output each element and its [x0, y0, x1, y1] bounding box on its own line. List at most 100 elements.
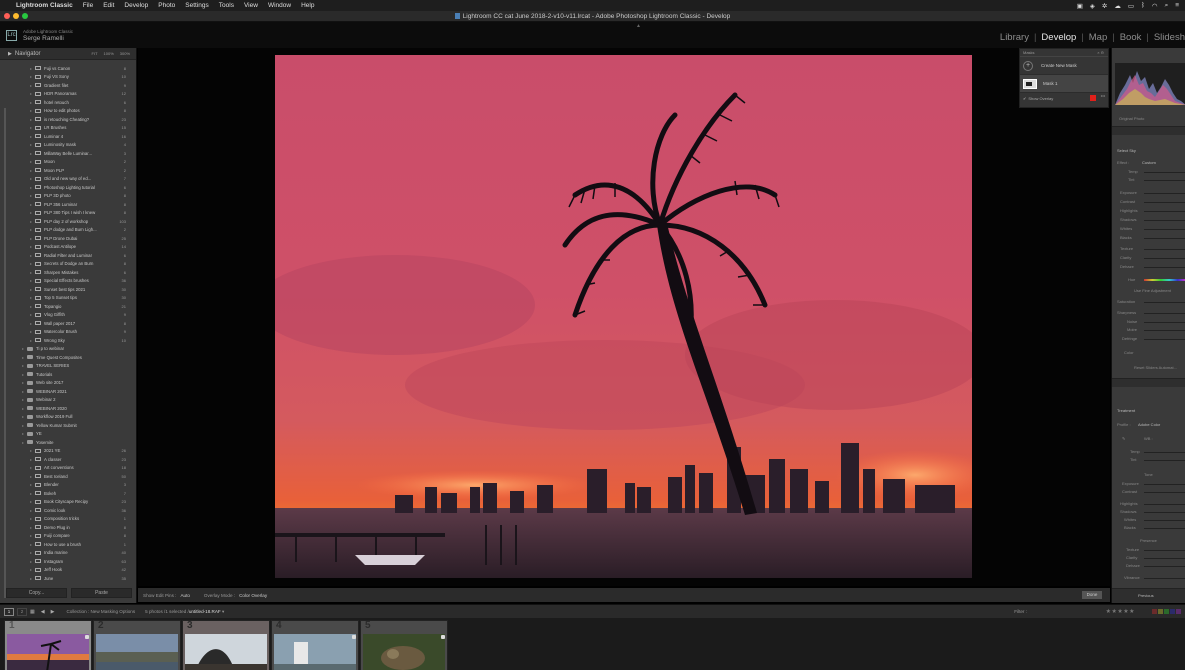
overlay-color-swatch[interactable]	[1090, 95, 1096, 101]
wb-tint-slider[interactable]	[1144, 460, 1185, 461]
reset-sliders-checkbox[interactable]: Reset Sliders Automat...	[1134, 365, 1177, 370]
collection-item[interactable]: ▸ Book Cityscape Recipy 23	[8, 498, 130, 507]
collection-item[interactable]: ▸ Fuiji compare 8	[8, 532, 130, 541]
grid-icon[interactable]: ▦	[30, 609, 35, 615]
left-panel-scrollbar[interactable]	[4, 108, 6, 598]
collection-item[interactable]: ▸ Blender 3	[8, 481, 130, 490]
whites-slider[interactable]	[1144, 229, 1185, 230]
collection-set-item[interactable]: ▸ Time Quest Composites	[8, 353, 130, 362]
paste-button[interactable]: Paste	[71, 588, 132, 598]
panel-toggle-top-icon[interactable]: ▲	[636, 23, 641, 29]
collection-item[interactable]: ▸ Moon 2	[8, 158, 130, 167]
edit-pins-select[interactable]: Auto	[180, 593, 189, 598]
hue-slider[interactable]	[1144, 279, 1185, 281]
collection-set-item[interactable]: ▸ YE	[8, 430, 130, 439]
module-develop[interactable]: Develop	[1041, 32, 1076, 43]
collection-item[interactable]: ▸ Podcast Antilope 14	[8, 243, 130, 252]
minimize-window-button[interactable]	[13, 13, 19, 19]
module-book[interactable]: Book	[1120, 32, 1142, 43]
collection-set-item[interactable]: ▸ WEBINAR 2021	[8, 387, 130, 396]
presence-texture-slider[interactable]	[1144, 550, 1185, 551]
collection-item[interactable]: ▸ Fuji vs Canon 8	[8, 64, 130, 73]
zoom-300-option[interactable]: 300%	[120, 51, 130, 56]
collection-item[interactable]: ▸ Radial Filter and Luminar 6	[8, 251, 130, 260]
close-icon[interactable]: × ⊖	[1097, 49, 1104, 57]
purple-label-filter[interactable]	[1176, 609, 1181, 614]
sharpness-slider[interactable]	[1144, 313, 1185, 314]
collection-item[interactable]: ▸ June 35	[8, 574, 130, 583]
tone-exposure-slider[interactable]	[1144, 484, 1185, 485]
shadows-slider[interactable]	[1144, 220, 1185, 221]
blacks-slider[interactable]	[1144, 238, 1185, 239]
collection-item[interactable]: ▸ is retouching Cheating? 23	[8, 115, 130, 124]
collection-set-item[interactable]: ▸ TRAVEL SERIES	[8, 362, 130, 371]
contrast-slider[interactable]	[1144, 202, 1185, 203]
red-label-filter[interactable]	[1152, 609, 1157, 614]
overlay-mode-select[interactable]: Color Overlay	[239, 593, 267, 598]
collection-item[interactable]: ▸ A classer 23	[8, 455, 130, 464]
control-center-icon[interactable]: ≡	[1175, 2, 1179, 9]
collection-item[interactable]: ▸ Wrong Sky 10	[8, 336, 130, 345]
collection-item[interactable]: ▸ India marine 40	[8, 549, 130, 558]
exposure-slider[interactable]	[1144, 193, 1185, 194]
yellow-label-filter[interactable]	[1158, 609, 1163, 614]
blue-label-filter[interactable]	[1170, 609, 1175, 614]
collection-item[interactable]: ▸ Vlog Giffith 9	[8, 311, 130, 320]
presence-clarity-slider[interactable]	[1144, 558, 1185, 559]
checkbox-icon[interactable]: ✔	[1023, 96, 1026, 101]
collection-item[interactable]: ▸ Composition tricks 1	[8, 515, 130, 524]
extension-icon[interactable]: ◈	[1090, 2, 1095, 10]
tone-contrast-slider[interactable]	[1144, 492, 1185, 493]
menu-edit[interactable]: Edit	[103, 2, 114, 9]
selected-filename[interactable]: untitled-18.RAF	[189, 609, 221, 614]
collection-item[interactable]: ▸ Comic look 36	[8, 506, 130, 515]
module-library[interactable]: Library	[1000, 32, 1029, 43]
dehaze-slider[interactable]	[1144, 267, 1185, 268]
menu-view[interactable]: View	[244, 2, 258, 9]
wb-temp-slider[interactable]	[1144, 452, 1185, 453]
filmstrip-thumb[interactable]: 5	[360, 620, 448, 670]
collection-set-item[interactable]: ▸ Webinar 2	[8, 396, 130, 405]
masks-header[interactable]: Masks × ⊖	[1020, 49, 1108, 57]
filmstrip-thumb[interactable]: 1	[4, 620, 92, 670]
module-slideshow[interactable]: Slidesh	[1154, 32, 1185, 43]
collection-item[interactable]: ▸ Instagram 63	[8, 557, 130, 566]
copy-button[interactable]: Copy...	[6, 588, 67, 598]
collection-item[interactable]: ▸ Fuji VS Sony 10	[8, 73, 130, 82]
navigator-header[interactable]: ▶ Navigator FIT 100% 300%	[0, 48, 136, 60]
filmstrip-thumb[interactable]: 4	[271, 620, 359, 670]
more-options-icon[interactable]: •••	[1101, 93, 1105, 98]
collection-item[interactable]: ▸ Luminar 4 16	[8, 132, 130, 141]
create-new-mask-row[interactable]: + Create New Mask	[1020, 57, 1108, 75]
collection-item[interactable]: ▸ How to use a brush 1	[8, 540, 130, 549]
collection-item[interactable]: ▸ HDR Panoramas 12	[8, 90, 130, 99]
previous-button[interactable]: Previous	[1138, 593, 1154, 598]
collection-item[interactable]: ▸ PLP 380 Tips I wish I knew 8	[8, 209, 130, 218]
tone-highlights-slider[interactable]	[1144, 504, 1185, 505]
defringe-slider[interactable]	[1144, 339, 1185, 340]
cloud-icon[interactable]: ☁	[1114, 2, 1121, 10]
search-icon[interactable]: ⌕	[1165, 2, 1169, 10]
texture-slider[interactable]	[1144, 249, 1185, 250]
menu-settings[interactable]: Settings	[185, 2, 209, 9]
mask-row[interactable]: Mask 1	[1020, 75, 1108, 93]
collection-item[interactable]: ▸ Old and new way of ed... 7	[8, 175, 130, 184]
battery-icon[interactable]: ▭	[1128, 2, 1134, 10]
collection-item[interactable]: ▸ Gradient filet 9	[8, 81, 130, 90]
back-arrow-icon[interactable]: ◀	[41, 609, 45, 615]
photo-preview[interactable]	[275, 55, 972, 578]
plus-icon[interactable]: +	[1023, 60, 1033, 71]
menu-window[interactable]: Window	[268, 2, 291, 9]
original-photo-checkbox[interactable]: Original Photo	[1119, 116, 1144, 121]
page-1-button[interactable]: 1	[4, 607, 14, 616]
collection-item[interactable]: ▸ PLP Drone Dubai 25	[8, 234, 130, 243]
moire-slider[interactable]	[1144, 330, 1185, 331]
collection-item[interactable]: ▸ Demo Plug in 8	[8, 523, 130, 532]
temp-slider[interactable]	[1144, 172, 1185, 173]
filmstrip-thumb[interactable]: 3	[182, 620, 270, 670]
menu-help[interactable]: Help	[301, 2, 314, 9]
collection-item[interactable]: ▸ How to edit photos 8	[8, 107, 130, 116]
collection-item[interactable]: ▸ Bokeh 7	[8, 489, 130, 498]
collection-set-item[interactable]: ▸ Yellow Kumar Submit	[8, 421, 130, 430]
page-2-button[interactable]: 2	[17, 607, 27, 616]
